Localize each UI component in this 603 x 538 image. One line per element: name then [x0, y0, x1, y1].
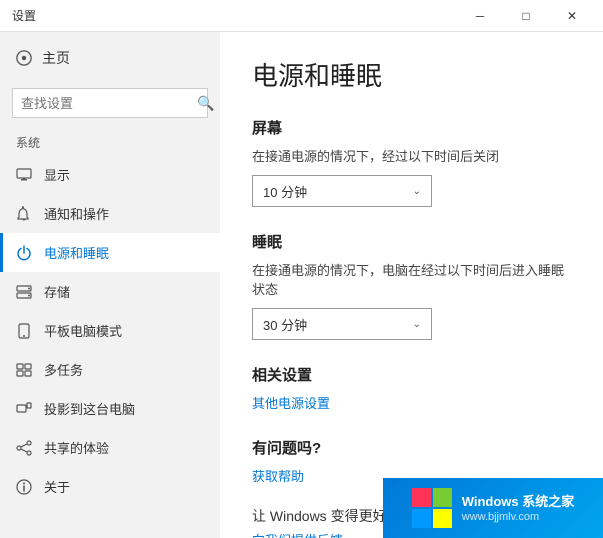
screen-section-desc: 在接通电源的情况下，经过以下时间后关闭	[252, 146, 571, 165]
feedback-link[interactable]: 向我们提供反馈	[252, 533, 343, 538]
power-settings-link[interactable]: 其他电源设置	[252, 396, 330, 411]
sleep-dropdown-value: 30 分钟	[263, 315, 307, 334]
sidebar-item-home[interactable]: 主页	[0, 32, 220, 84]
sleep-section: 睡眠 在接通电源的情况下，电脑在经过以下时间后进入睡眠状态 30 分钟 ⌄	[252, 231, 571, 340]
sidebar-label-power: 电源和睡眠	[44, 243, 109, 262]
related-title: 相关设置	[252, 364, 571, 385]
power-icon	[16, 245, 32, 261]
sidebar-item-display[interactable]: 显示	[0, 155, 220, 194]
storage-icon	[16, 284, 32, 300]
maximize-button[interactable]: □	[503, 0, 549, 32]
sidebar-label-project: 投影到这台电脑	[44, 399, 135, 418]
close-button[interactable]: ✕	[549, 0, 595, 32]
main-content: 电源和睡眠 屏幕 在接通电源的情况下，经过以下时间后关闭 10 分钟 ⌄ 睡眠 …	[220, 32, 603, 538]
related-section: 相关设置 其他电源设置	[252, 364, 571, 413]
tip-text: 让 Windows 变得更	[252, 508, 373, 524]
windows-logo-icon	[412, 488, 452, 528]
watermark-url: www.bjjmlv.com	[462, 511, 575, 523]
project-icon	[16, 401, 32, 417]
home-icon	[16, 50, 32, 66]
sidebar-item-tablet[interactable]: 平板电脑模式	[0, 311, 220, 350]
sidebar-item-power[interactable]: 电源和睡眠	[0, 233, 220, 272]
sidebar-item-multitask[interactable]: 多任务	[0, 350, 220, 389]
sidebar-section-label: 系统	[0, 126, 220, 155]
sidebar-label-about: 关于	[44, 477, 70, 496]
sidebar-label-display: 显示	[44, 165, 70, 184]
sidebar-item-notifications[interactable]: 通知和操作	[0, 194, 220, 233]
window-title: 设置	[12, 7, 36, 24]
sleep-dropdown[interactable]: 30 分钟 ⌄	[252, 308, 432, 340]
title-bar: 设置 ─ □ ✕	[0, 0, 603, 32]
search-input[interactable]	[21, 96, 197, 111]
sidebar-label-share: 共享的体验	[44, 438, 109, 457]
screen-dropdown-value: 10 分钟	[263, 182, 307, 201]
multitask-icon	[16, 362, 32, 378]
screen-section-title: 屏幕	[252, 117, 571, 138]
search-box[interactable]: 🔍	[12, 88, 208, 118]
minimize-button[interactable]: ─	[457, 0, 503, 32]
monitor-icon	[16, 167, 32, 183]
screen-dropdown[interactable]: 10 分钟 ⌄	[252, 175, 432, 207]
chevron-down-icon-2: ⌄	[413, 319, 421, 330]
sleep-section-title: 睡眠	[252, 231, 571, 252]
sidebar-item-storage[interactable]: 存储	[0, 272, 220, 311]
bell-icon	[16, 206, 32, 222]
watermark-overlay: Windows 系统之家 www.bjjmlv.com	[383, 478, 603, 538]
sidebar-item-about[interactable]: 关于	[0, 467, 220, 506]
content-area: 主页 🔍 系统 显示	[0, 32, 603, 538]
sidebar-label-storage: 存储	[44, 282, 70, 301]
screen-section: 屏幕 在接通电源的情况下，经过以下时间后关闭 10 分钟 ⌄	[252, 117, 571, 207]
sidebar-label-multitask: 多任务	[44, 360, 83, 379]
watermark-text-block: Windows 系统之家 www.bjjmlv.com	[462, 493, 575, 523]
sidebar-home-label: 主页	[42, 48, 70, 68]
get-help-link[interactable]: 获取帮助	[252, 469, 304, 484]
sidebar-item-share[interactable]: 共享的体验	[0, 428, 220, 467]
chevron-down-icon: ⌄	[413, 186, 421, 197]
search-icon: 🔍	[197, 95, 214, 112]
tablet-icon	[16, 323, 32, 339]
info-icon	[16, 479, 32, 495]
watermark-site-name: Windows 系统之家	[462, 493, 575, 511]
sidebar: 主页 🔍 系统 显示	[0, 32, 220, 538]
share-icon	[16, 440, 32, 456]
sidebar-label-tablet: 平板电脑模式	[44, 321, 122, 340]
sidebar-label-notifications: 通知和操作	[44, 204, 109, 223]
window-controls: ─ □ ✕	[457, 0, 595, 32]
page-title: 电源和睡眠	[252, 56, 571, 93]
help-title: 有问题吗?	[252, 437, 571, 458]
sleep-section-desc: 在接通电源的情况下，电脑在经过以下时间后进入睡眠状态	[252, 260, 571, 298]
sidebar-item-project[interactable]: 投影到这台电脑	[0, 389, 220, 428]
